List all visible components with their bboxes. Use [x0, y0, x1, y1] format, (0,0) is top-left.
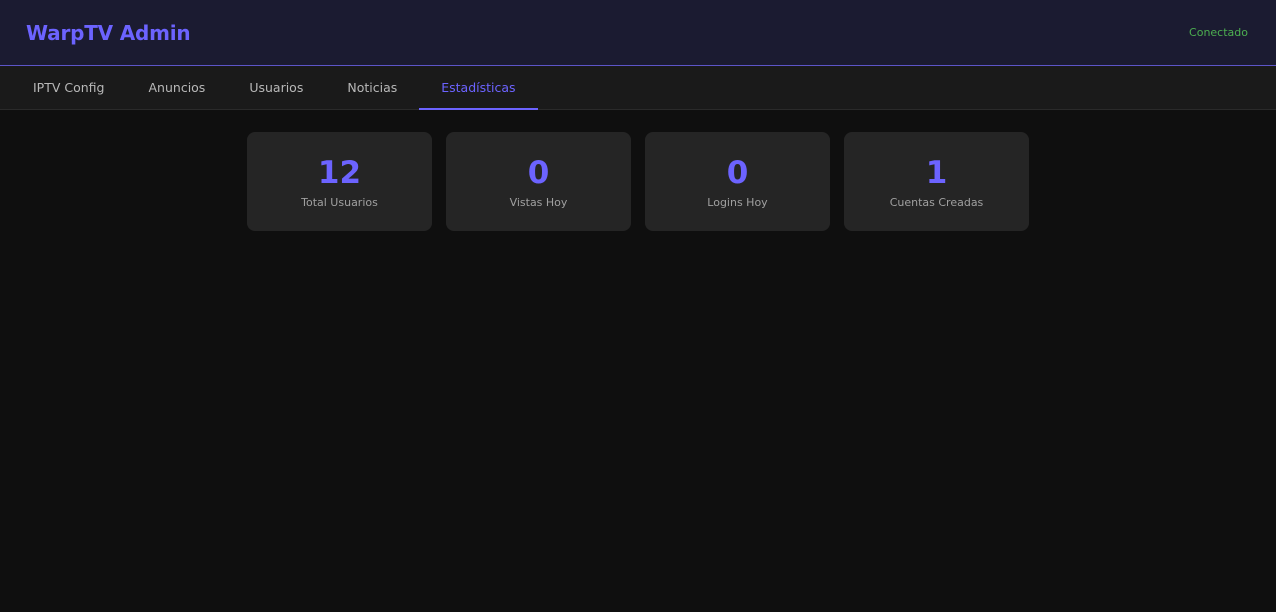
stat-value: 0	[726, 155, 749, 191]
app-title: WarpTV Admin	[26, 20, 191, 45]
tab-usuarios[interactable]: Usuarios	[227, 66, 325, 110]
tab-bar: IPTV Config Anuncios Usuarios Noticias E…	[0, 66, 1276, 110]
stat-card-vistas-hoy: 0 Vistas Hoy	[446, 132, 631, 231]
stat-value: 0	[527, 155, 550, 191]
stat-label: Total Usuarios	[301, 196, 378, 209]
admin-app: WarpTV Admin Conectado IPTV Config Anunc…	[0, 0, 1276, 612]
stats-panel: 12 Total Usuarios 0 Vistas Hoy 0 Logins …	[0, 110, 1276, 231]
stat-label: Vistas Hoy	[509, 196, 568, 209]
stat-card-cuentas-creadas: 1 Cuentas Creadas	[844, 132, 1029, 231]
stat-label: Cuentas Creadas	[889, 196, 984, 209]
tab-noticias[interactable]: Noticias	[325, 66, 419, 110]
connection-status: Conectado	[1189, 26, 1248, 39]
app-header: WarpTV Admin Conectado	[0, 0, 1276, 66]
stat-label: Logins Hoy	[707, 196, 768, 209]
stat-value: 1	[925, 155, 948, 191]
stat-value: 12	[317, 155, 362, 191]
tab-iptv-config[interactable]: IPTV Config	[11, 66, 127, 110]
tab-anuncios[interactable]: Anuncios	[127, 66, 228, 110]
stat-card-logins-hoy: 0 Logins Hoy	[645, 132, 830, 231]
stat-card-total-usuarios: 12 Total Usuarios	[247, 132, 432, 231]
tab-estadisticas[interactable]: Estadísticas	[419, 66, 538, 110]
